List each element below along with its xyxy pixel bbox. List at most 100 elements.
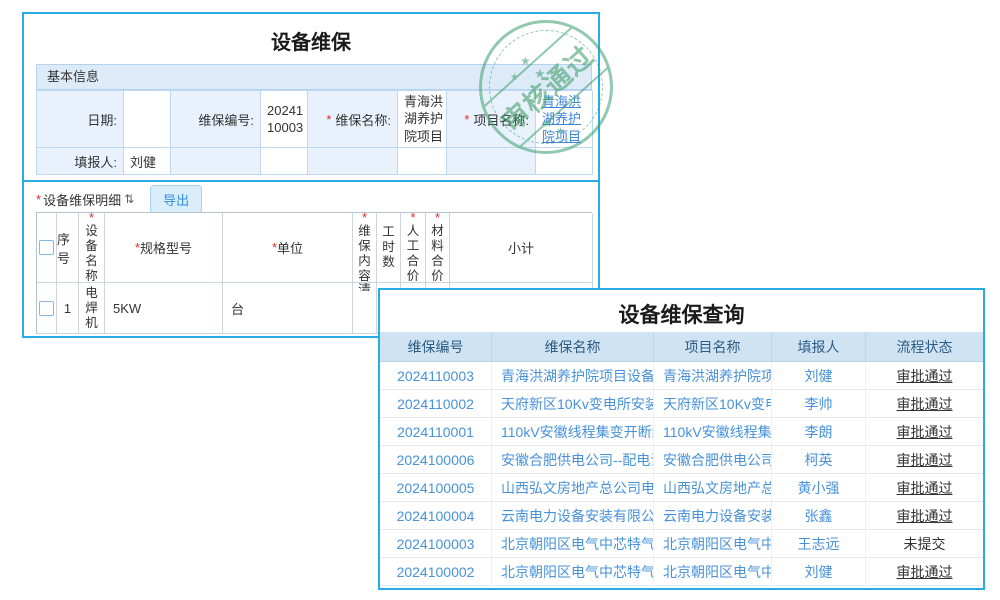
query-panel: 设备维保查询 维保编号 维保名称 项目名称 填报人 流程状态 202411000…: [378, 288, 985, 590]
col-seq: 序号: [57, 213, 79, 283]
cell-equipment-name: 电焊机: [79, 283, 105, 334]
cell-maintenance-name[interactable]: 云南电力设备安装有限公司: [492, 502, 654, 529]
cell-maintenance-no[interactable]: 2024100003: [380, 530, 492, 557]
cell-maintenance-no[interactable]: 2024100006: [380, 446, 492, 473]
cell-maintenance-name[interactable]: 安徽合肥供电公司--配电设备: [492, 446, 654, 473]
query-table-body: 2024110003 青海洪湖养护院项目设备维保 青海洪湖养护院项目 刘健 审批…: [380, 362, 983, 586]
maintenance-no-value: 2024110003: [261, 91, 308, 148]
col-spec-model: *规格型号: [105, 213, 223, 283]
form-title: 设备维保: [24, 26, 598, 55]
table-row[interactable]: 2024100003 北京朝阳区电气中芯特气设备 北京朝阳区电气中芯特气设备 王…: [380, 530, 983, 558]
cell-maintenance-no[interactable]: 2024110001: [380, 418, 492, 445]
col-maintenance-no: 维保编号: [380, 332, 492, 361]
project-name-label: *项目名称:: [447, 91, 536, 148]
required-asterisk: *: [36, 192, 41, 207]
col-reporter: 填报人: [772, 332, 866, 361]
cell-status[interactable]: 未提交: [866, 530, 983, 557]
cell-project-name[interactable]: 天府新区10Kv变电所安装工程: [654, 390, 772, 417]
cell-maintenance-no[interactable]: 2024110002: [380, 390, 492, 417]
cell-reporter[interactable]: 李朗: [772, 418, 866, 445]
panel-divider: [22, 180, 600, 182]
query-title: 设备维保查询: [380, 299, 983, 329]
screen: 设备维保 基本信息 日期: 维保编号: 2024110003 *维保名称: 青海…: [0, 0, 1000, 600]
cell-spec-model: 5KW: [105, 283, 223, 334]
cell-project-name[interactable]: 青海洪湖养护院项目: [654, 362, 772, 389]
cell-project-name[interactable]: 北京朝阳区电气中芯特气设备: [654, 558, 772, 585]
cell-maintenance-no[interactable]: 2024110003: [380, 362, 492, 389]
cell-maintenance-no[interactable]: 2024100005: [380, 474, 492, 501]
empty-cell: [398, 148, 447, 175]
cell-maintenance-name[interactable]: 北京朝阳区电气中芯特气设备: [492, 558, 654, 585]
cell-status[interactable]: 审批通过: [866, 502, 983, 529]
col-project-name: 项目名称: [654, 332, 772, 361]
cell-maintenance-name[interactable]: 天府新区10Kv变电所安装工程: [492, 390, 654, 417]
cell-status[interactable]: 审批通过: [866, 390, 983, 417]
cell-maintenance-no[interactable]: 2024100002: [380, 558, 492, 585]
cell-project-name[interactable]: 云南电力设备安装有限公司: [654, 502, 772, 529]
required-asterisk: *: [326, 112, 331, 127]
col-unit: *单位: [223, 213, 353, 283]
cell-unit: 台: [223, 283, 353, 334]
cell-maintenance-name[interactable]: 山西弘文房地产总公司电气设备: [492, 474, 654, 501]
table-row[interactable]: 2024100005 山西弘文房地产总公司电气设备 山西弘文房地产总公司电气设备…: [380, 474, 983, 502]
cell-reporter[interactable]: 刘健: [772, 558, 866, 585]
row-checkbox[interactable]: [39, 301, 54, 316]
export-button[interactable]: 导出: [150, 185, 202, 214]
reporter-label: 填报人:: [37, 148, 124, 175]
cell-reporter[interactable]: 李帅: [772, 390, 866, 417]
col-equipment-name: *设备名称: [79, 213, 105, 283]
cell-reporter[interactable]: 王志远: [772, 530, 866, 557]
table-row[interactable]: 2024100006 安徽合肥供电公司--配电设备 安徽合肥供电公司--配电设备…: [380, 446, 983, 474]
date-label: 日期:: [37, 91, 124, 148]
basic-info-table: 日期: 维保编号: 2024110003 *维保名称: 青海洪湖养护院项目 *项…: [36, 90, 592, 175]
cell-maintenance-no[interactable]: 2024100004: [380, 502, 492, 529]
basic-info-section-header: 基本信息: [36, 64, 592, 90]
detail-section-label: 设备维保明细: [43, 190, 121, 209]
select-all-checkbox-cell: [37, 213, 57, 283]
cell-maintenance-name[interactable]: 北京朝阳区电气中芯特气设备: [492, 530, 654, 557]
col-maintenance-content: *维保内容: [353, 213, 377, 283]
col-maintenance-name: 维保名称: [492, 332, 654, 361]
cell-status[interactable]: 审批通过: [866, 362, 983, 389]
row-checkbox-cell: [37, 283, 57, 334]
query-table-header: 维保编号 维保名称 项目名称 填报人 流程状态: [380, 332, 983, 362]
table-row[interactable]: 2024110001 110kV安徽线程集变开断线路 110kV安徽线程集变开断…: [380, 418, 983, 446]
cell-status[interactable]: 审批通过: [866, 474, 983, 501]
project-name-value: 青海洪湖养护院项目: [536, 91, 593, 148]
cell-reporter[interactable]: 柯英: [772, 446, 866, 473]
cell-status[interactable]: 审批通过: [866, 446, 983, 473]
cell-reporter[interactable]: 刘健: [772, 362, 866, 389]
detail-section-header: * 设备维保明细 ⇅ 导出: [36, 184, 592, 214]
required-asterisk: *: [464, 112, 469, 127]
maintenance-name-value: 青海洪湖养护院项目: [398, 91, 447, 148]
cell-seq: 1: [57, 283, 79, 334]
cell-project-name[interactable]: 北京朝阳区电气中芯特气设备: [654, 530, 772, 557]
sort-icon[interactable]: ⇅: [124, 192, 134, 206]
cell-reporter[interactable]: 黄小强: [772, 474, 866, 501]
project-link[interactable]: 青海洪湖养护院项目: [542, 93, 592, 144]
empty-cell: [308, 148, 398, 175]
cell-reporter[interactable]: 张鑫: [772, 502, 866, 529]
cell-project-name[interactable]: 山西弘文房地产总公司电气设备: [654, 474, 772, 501]
cell-project-name[interactable]: 110kV安徽线程集变开断线路: [654, 418, 772, 445]
col-labor-total: *人工合价: [401, 213, 426, 283]
cell-maintenance-name[interactable]: 青海洪湖养护院项目设备维保: [492, 362, 654, 389]
table-row[interactable]: 2024100004 云南电力设备安装有限公司 云南电力设备安装有限公司 张鑫 …: [380, 502, 983, 530]
maintenance-no-label: 维保编号:: [171, 91, 261, 148]
col-status: 流程状态: [866, 332, 983, 361]
cell-maintenance-content: 清: [353, 283, 377, 334]
cell-status[interactable]: 审批通过: [866, 558, 983, 585]
cell-maintenance-name[interactable]: 110kV安徽线程集变开断线路: [492, 418, 654, 445]
empty-cell: [261, 148, 308, 175]
col-subtotal: 小计: [450, 213, 593, 283]
select-all-checkbox[interactable]: [39, 240, 54, 255]
table-row[interactable]: 2024110003 青海洪湖养护院项目设备维保 青海洪湖养护院项目 刘健 审批…: [380, 362, 983, 390]
table-row[interactable]: 2024110002 天府新区10Kv变电所安装工程 天府新区10Kv变电所安装…: [380, 390, 983, 418]
col-material-total: *材料合价: [426, 213, 450, 283]
cell-project-name[interactable]: 安徽合肥供电公司--配电设备: [654, 446, 772, 473]
maintenance-name-label: *维保名称:: [308, 91, 398, 148]
empty-cell: [171, 148, 261, 175]
table-row[interactable]: 2024100002 北京朝阳区电气中芯特气设备 北京朝阳区电气中芯特气设备 刘…: [380, 558, 983, 586]
empty-cell: [536, 148, 593, 175]
cell-status[interactable]: 审批通过: [866, 418, 983, 445]
